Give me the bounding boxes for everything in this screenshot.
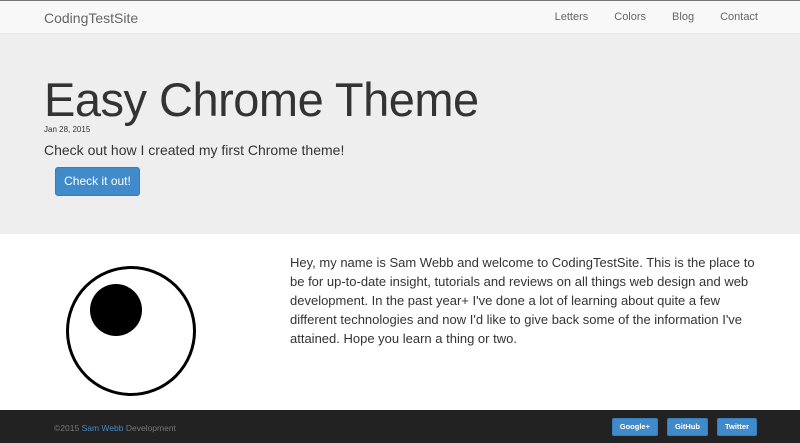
google-plus-button[interactable]: Google+ (611, 418, 658, 436)
social-buttons: Google+ GitHub Twitter (611, 418, 757, 436)
github-button[interactable]: GitHub (666, 418, 708, 436)
nav-link-contact[interactable]: Contact (720, 11, 758, 23)
nav-links: Letters Colors Blog Contact (529, 11, 758, 23)
nav-link-blog[interactable]: Blog (672, 11, 694, 23)
brand-link[interactable]: CodingTestSite (44, 10, 138, 26)
copyright-prefix: ©2015 (54, 423, 80, 433)
hero-subtitle: Check out how I created my first Chrome … (44, 142, 345, 158)
hero-title: Easy Chrome Theme (44, 73, 479, 126)
nav-link-colors[interactable]: Colors (614, 11, 646, 23)
twitter-button[interactable]: Twitter (716, 418, 757, 436)
eye-logo-icon (65, 265, 197, 397)
footer-copyright: ©2015 Sam Webb Development (54, 423, 176, 433)
check-it-out-button[interactable]: Check it out! (55, 167, 140, 196)
intro-paragraph: Hey, my name is Sam Webb and welcome to … (290, 255, 755, 346)
hero-jumbotron: Easy Chrome Theme Jan 28, 2015 Check out… (0, 34, 800, 234)
copyright-suffix: Development (125, 423, 176, 433)
footer: ©2015 Sam Webb Development Google+ GitHu… (0, 410, 800, 443)
hero-date: Jan 28, 2015 (44, 125, 91, 134)
nav-link-letters[interactable]: Letters (555, 11, 589, 23)
author-link[interactable]: Sam Webb (82, 423, 124, 433)
navbar: CodingTestSite Letters Colors Blog Conta… (0, 0, 800, 34)
